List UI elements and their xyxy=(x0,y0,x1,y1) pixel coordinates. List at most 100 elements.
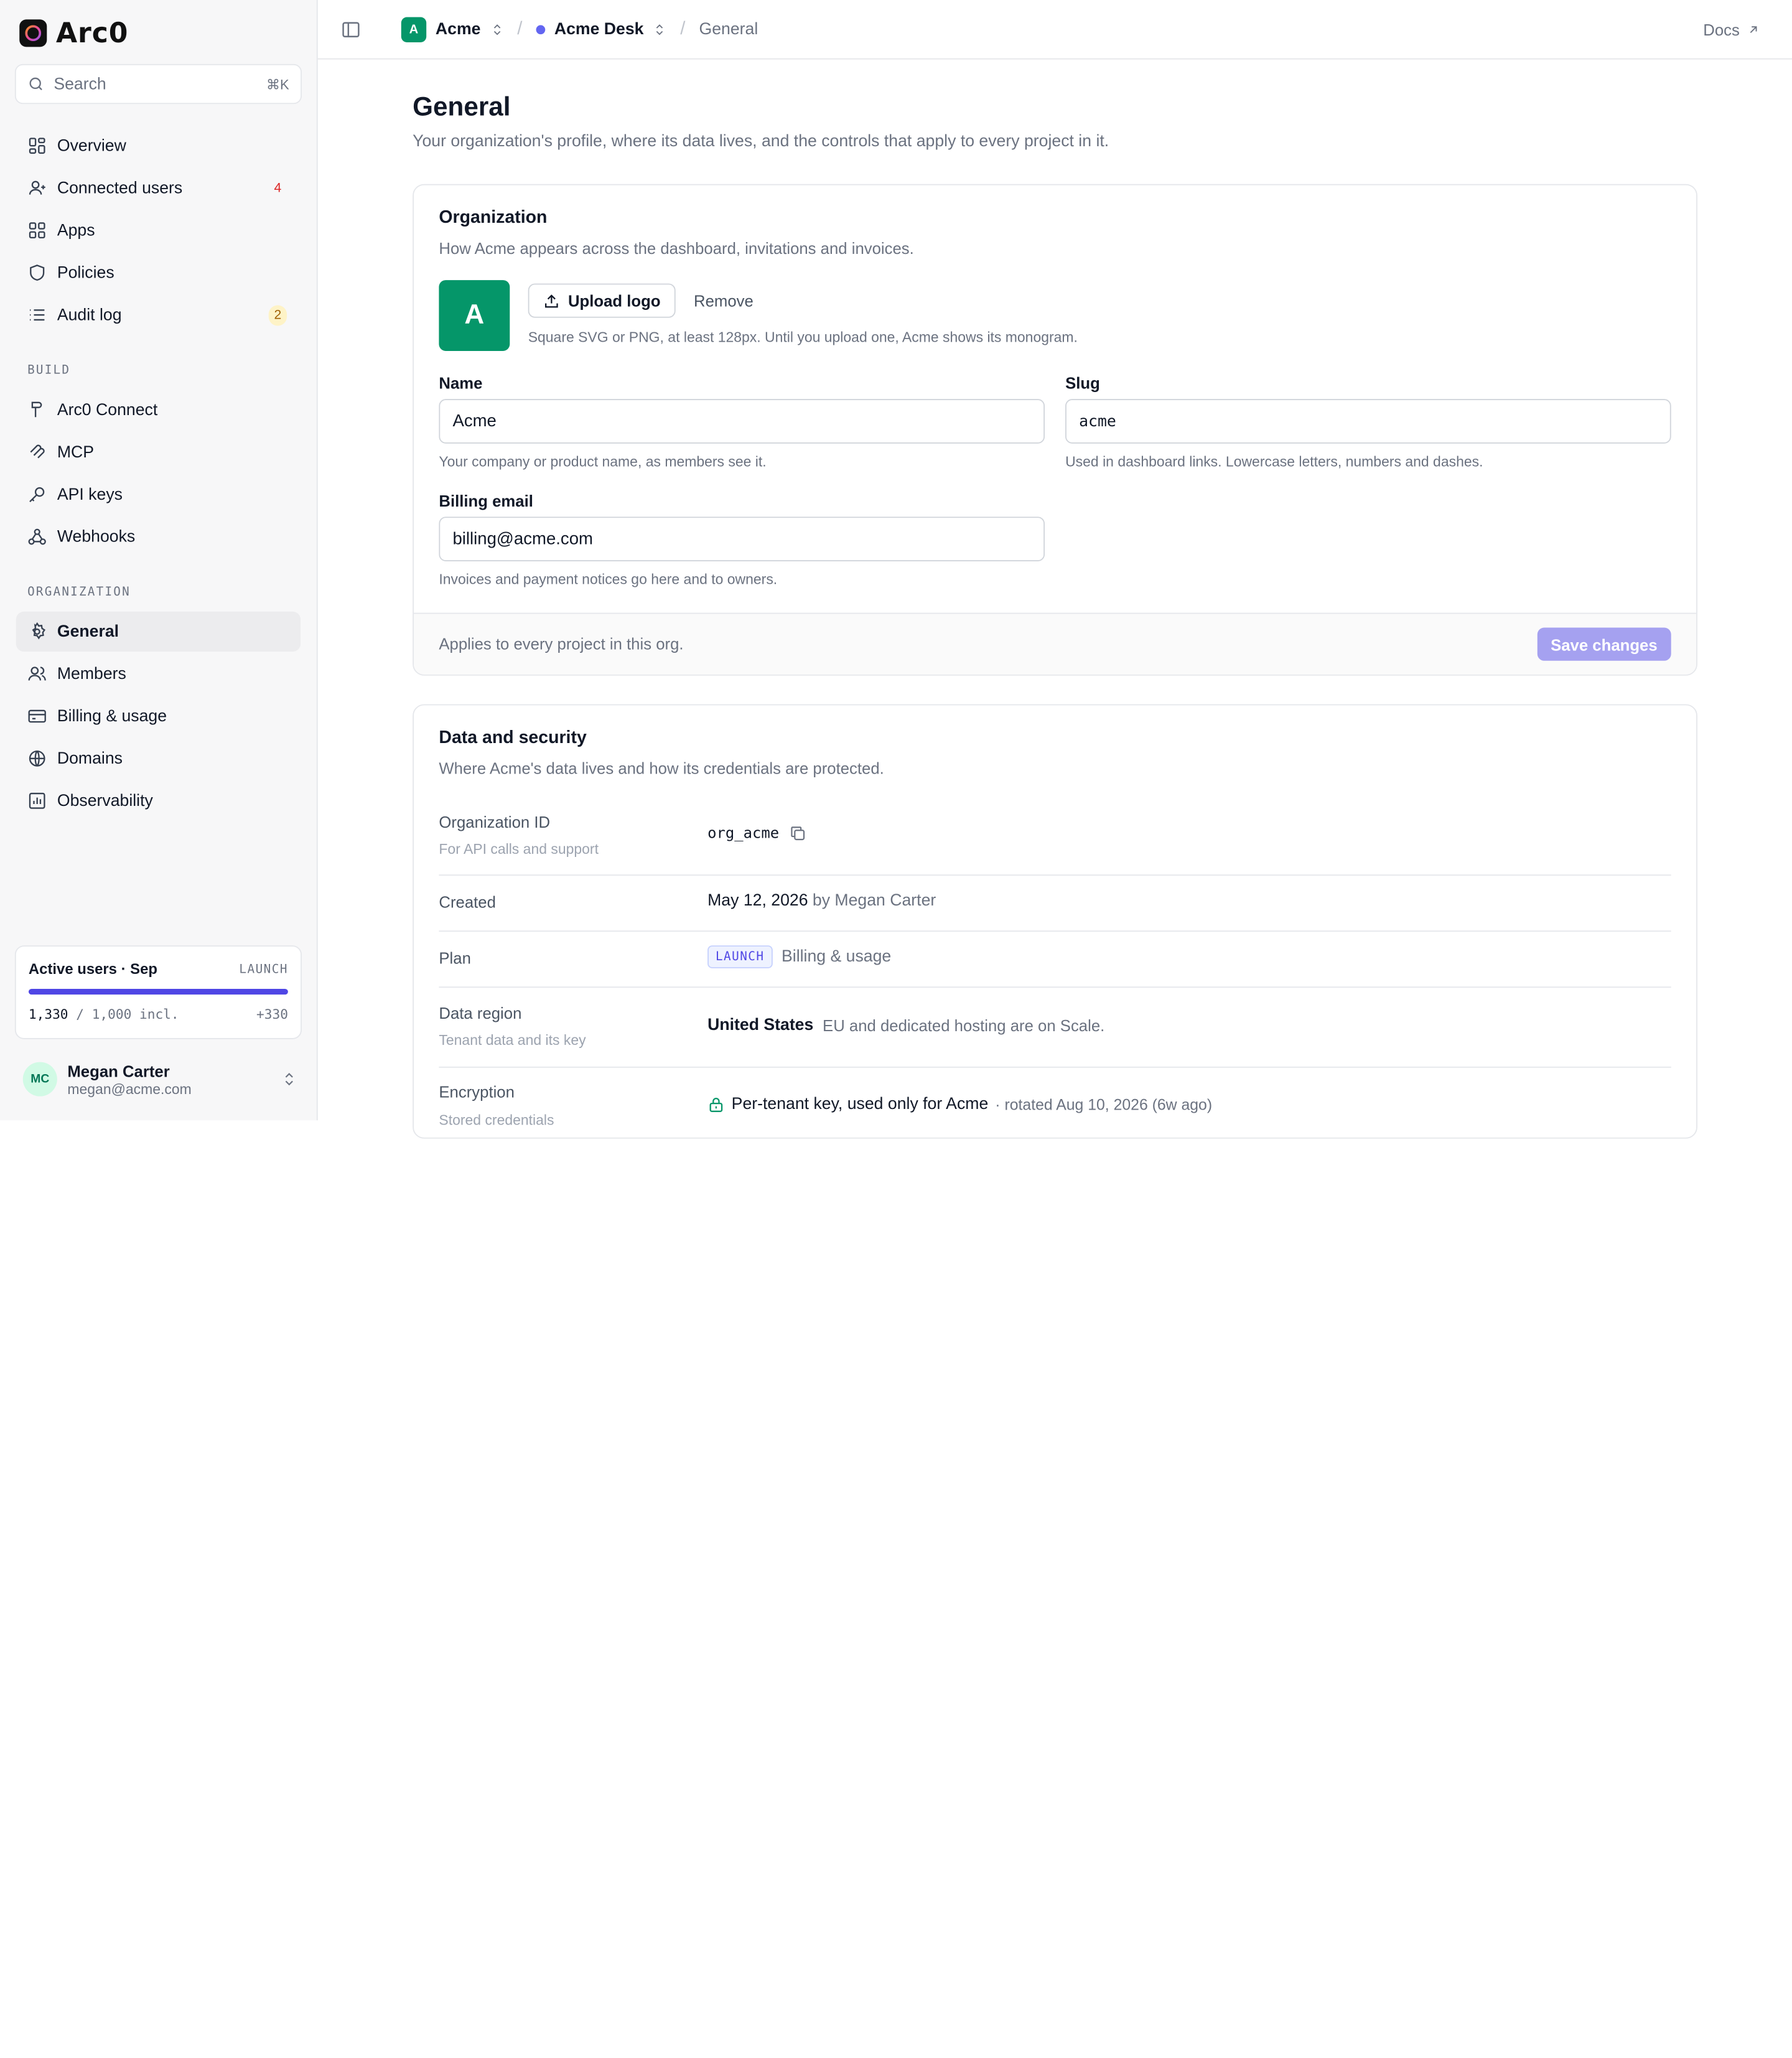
data-security-card: Data and security Where Acme's data live… xyxy=(413,704,1697,1139)
sidebar-item-label: Overview xyxy=(57,136,126,155)
card-title: Data and security xyxy=(439,728,587,748)
breadcrumb-separator: / xyxy=(517,19,523,39)
lock-icon xyxy=(709,1097,723,1112)
row-sublabel: Tenant data and its key xyxy=(439,1032,586,1049)
row-sublabel: For API calls and support xyxy=(439,841,599,858)
docs-link[interactable]: Docs xyxy=(1703,0,1760,60)
sidebar-item-mcp[interactable]: MCP xyxy=(16,432,301,472)
logo-hint: Square SVG or PNG, at least 128px. Until… xyxy=(528,329,1078,345)
sidebar-item-label: General xyxy=(57,622,119,641)
section-label-organization: ORGANIZATION xyxy=(27,585,131,599)
sidebar-item-billing[interactable]: Billing & usage xyxy=(16,696,301,736)
app-root: Arc0 Search ⌘K Overview Connected users … xyxy=(0,0,1792,2058)
shield-icon xyxy=(27,263,47,283)
usage-progress-fill xyxy=(28,989,288,995)
sidebar-item-connected-users[interactable]: Connected users 4 xyxy=(16,168,301,208)
sidebar-item-webhooks[interactable]: Webhooks xyxy=(16,517,301,556)
card-icon xyxy=(27,706,47,726)
search-placeholder: Search xyxy=(54,75,106,93)
sidebar-item-domains[interactable]: Domains xyxy=(16,739,301,779)
remove-logo-button[interactable]: Remove xyxy=(683,284,765,318)
card-footer: Applies to every project in this org. Sa… xyxy=(413,612,1697,675)
brand-logo[interactable]: Arc0 xyxy=(19,17,128,49)
chevron-updown-icon xyxy=(493,24,500,35)
org-id-value: org_acme xyxy=(707,825,780,842)
nav-main: Overview Connected users 4 Apps Policies… xyxy=(16,126,301,337)
nav-build: Arc0 Connect MCP API keys Webhooks xyxy=(16,390,301,559)
search-input[interactable]: Search ⌘K xyxy=(14,63,302,105)
project-switcher[interactable]: Acme Desk xyxy=(536,21,666,39)
sidebar-item-label: Apps xyxy=(57,221,95,240)
upload-icon xyxy=(545,294,558,307)
name-field[interactable] xyxy=(439,399,1045,444)
copy-icon[interactable] xyxy=(788,824,806,842)
user-name: Megan Carter xyxy=(67,1061,170,1080)
save-button[interactable]: Save changes xyxy=(1537,627,1671,661)
row-organization-id: Organization ID For API calls and suppor… xyxy=(439,803,1671,876)
topbar: A Acme / Acme Desk / General Docs xyxy=(317,0,1792,60)
globe-icon xyxy=(27,749,47,768)
sidebar-item-label: Connected users xyxy=(57,179,183,197)
sidebar-item-label: Domains xyxy=(57,749,123,768)
slug-hint: Used in dashboard links. Lowercase lette… xyxy=(1065,454,1483,470)
docs-label: Docs xyxy=(1703,21,1740,39)
sidebar-item-label: Members xyxy=(57,665,126,683)
sidebar-item-arc0-connect[interactable]: Arc0 Connect xyxy=(16,390,301,429)
breadcrumb-org: Acme xyxy=(435,21,481,39)
org-switcher[interactable]: A Acme xyxy=(401,17,503,42)
row-label: Organization ID xyxy=(439,813,551,831)
nav-organization: General Members Billing & usage Domains … xyxy=(16,611,301,823)
webhook-icon xyxy=(27,527,47,546)
apps-icon xyxy=(27,221,47,240)
upload-label: Upload logo xyxy=(567,291,661,310)
sidebar-item-observability[interactable]: Observability xyxy=(16,781,301,821)
sidebar: Arc0 Search ⌘K Overview Connected users … xyxy=(0,0,318,1121)
sidebar-item-label: Observability xyxy=(57,792,153,810)
breadcrumb-page: General xyxy=(699,21,758,39)
users-icon xyxy=(27,179,47,198)
user-email: megan@acme.com xyxy=(67,1080,192,1097)
avatar: MC xyxy=(22,1062,57,1097)
row-label: Created xyxy=(439,892,496,912)
section-label-build: BUILD xyxy=(27,363,71,378)
slug-field[interactable] xyxy=(1065,399,1671,444)
row-created: Created May 12, 2026 by Megan Carter xyxy=(439,874,1671,932)
sidebar-toggle-icon[interactable] xyxy=(340,19,361,40)
card-title: Organization xyxy=(439,208,548,228)
sidebar-item-label: Webhooks xyxy=(57,527,136,546)
count-badge: 4 xyxy=(274,181,282,195)
usage-widget[interactable]: Active users · Sep LAUNCH 1,330 / 1,000 … xyxy=(14,945,302,1039)
user-menu[interactable]: MC Megan Carter megan@acme.com xyxy=(22,1057,297,1101)
billing-usage-link[interactable]: Billing & usage xyxy=(782,948,891,966)
billing-email-label: Billing email xyxy=(439,491,533,510)
chevron-updown-icon xyxy=(285,1073,293,1086)
card-subtitle: Where Acme's data lives and how its cred… xyxy=(439,759,884,778)
upload-logo-button[interactable]: Upload logo xyxy=(528,283,676,318)
search-shortcut: ⌘K xyxy=(266,76,289,92)
created-by: by Megan Carter xyxy=(812,891,936,910)
sidebar-item-overview[interactable]: Overview xyxy=(16,126,301,166)
gear-icon xyxy=(27,622,47,641)
slug-label: Slug xyxy=(1065,373,1100,393)
brand-name: Arc0 xyxy=(56,17,129,49)
created-date: May 12, 2026 xyxy=(707,891,808,910)
sidebar-item-general[interactable]: General xyxy=(16,611,301,652)
sidebar-item-apps[interactable]: Apps xyxy=(16,210,301,250)
row-sublabel: Stored credentials xyxy=(439,1112,554,1129)
plan-badge: LAUNCH xyxy=(707,945,773,968)
sidebar-item-label: Audit log xyxy=(57,306,122,324)
sidebar-item-policies[interactable]: Policies xyxy=(16,253,301,292)
usage-included: / 1,000 incl. xyxy=(76,1006,179,1022)
sidebar-item-label: Policies xyxy=(57,263,114,282)
breadcrumb: A Acme / Acme Desk / General xyxy=(401,0,758,60)
project-dot-icon xyxy=(536,25,546,35)
sidebar-item-audit-log[interactable]: Audit log 2 xyxy=(16,295,301,335)
sidebar-item-members[interactable]: Members xyxy=(16,654,301,694)
sidebar-item-api-keys[interactable]: API keys xyxy=(16,474,301,514)
name-label: Name xyxy=(439,373,483,393)
row-data-region: Data region Tenant data and its key Unit… xyxy=(439,986,1671,1068)
encryption-value: Per-tenant key, used only for Acme xyxy=(731,1095,989,1114)
usage-progress-bar xyxy=(28,989,288,995)
row-encryption: Encryption Stored credentials Per-tenant… xyxy=(439,1067,1671,1138)
billing-email-field[interactable] xyxy=(439,517,1045,561)
